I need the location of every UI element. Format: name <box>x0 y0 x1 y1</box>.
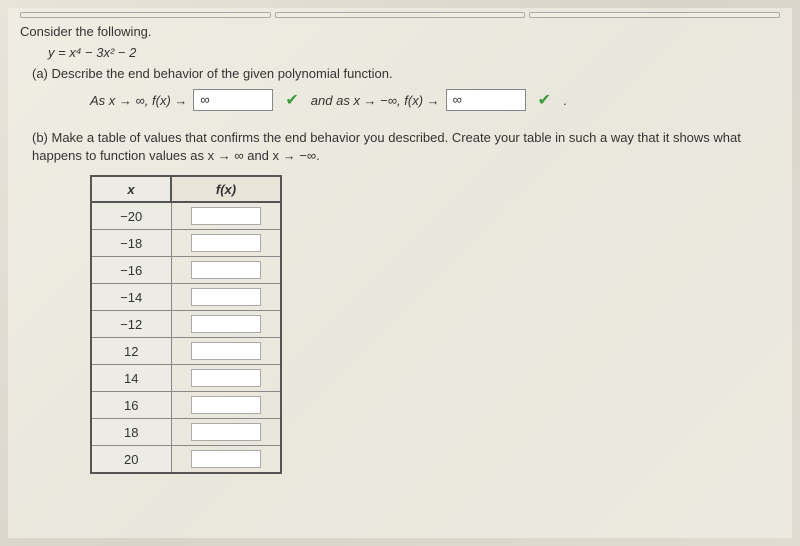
prompt-text: Consider the following. <box>20 24 780 39</box>
fx-cell <box>171 284 281 311</box>
fx-input[interactable] <box>191 423 261 441</box>
fx-input[interactable] <box>191 369 261 387</box>
check-icon-1: ✔ <box>285 90 298 110</box>
top-bar-1 <box>20 12 271 18</box>
fx-input[interactable] <box>191 261 261 279</box>
table-row: 16 <box>91 392 281 419</box>
table-row: 12 <box>91 338 281 365</box>
table-row: −18 <box>91 230 281 257</box>
x-cell: 12 <box>91 338 171 365</box>
answer-box-1[interactable]: ∞ <box>193 89 273 111</box>
x-cell: −18 <box>91 230 171 257</box>
fx-cell <box>171 392 281 419</box>
header-x: x <box>91 176 171 202</box>
x-cell: 14 <box>91 365 171 392</box>
table-row: −20 <box>91 202 281 230</box>
table-row: 20 <box>91 446 281 474</box>
as-text-1: As x → ∞, f(x) → <box>90 93 187 108</box>
fx-input[interactable] <box>191 288 261 306</box>
fx-cell <box>171 338 281 365</box>
check-icon-2: ✔ <box>538 90 551 110</box>
top-bar-3 <box>529 12 780 18</box>
x-cell: 16 <box>91 392 171 419</box>
table-header-row: x f(x) <box>91 176 281 202</box>
header-fx: f(x) <box>171 176 281 202</box>
fx-cell <box>171 446 281 474</box>
table-row: −12 <box>91 311 281 338</box>
fx-input[interactable] <box>191 450 261 468</box>
fx-cell <box>171 365 281 392</box>
fx-input[interactable] <box>191 315 261 333</box>
fx-cell <box>171 419 281 446</box>
top-bars <box>20 12 780 18</box>
table-row: 14 <box>91 365 281 392</box>
x-cell: 18 <box>91 419 171 446</box>
x-cell: −16 <box>91 257 171 284</box>
fx-input[interactable] <box>191 207 261 225</box>
x-cell: −20 <box>91 202 171 230</box>
part-b-text: (b) Make a table of values that confirms… <box>32 129 780 165</box>
fx-input[interactable] <box>191 396 261 414</box>
table-row: −14 <box>91 284 281 311</box>
period: . <box>563 93 567 108</box>
table-row: −16 <box>91 257 281 284</box>
x-cell: −14 <box>91 284 171 311</box>
fx-cell <box>171 230 281 257</box>
fx-input[interactable] <box>191 234 261 252</box>
and-as-text: and as x → −∞, f(x) → <box>311 93 440 108</box>
fx-input[interactable] <box>191 342 261 360</box>
fx-cell <box>171 311 281 338</box>
top-bar-2 <box>275 12 526 18</box>
fx-cell <box>171 257 281 284</box>
answer-box-2[interactable]: ∞ <box>446 89 526 111</box>
x-cell: −12 <box>91 311 171 338</box>
fx-cell <box>171 202 281 230</box>
worksheet-container: Consider the following. y = x⁴ − 3x² − 2… <box>8 8 792 538</box>
x-cell: 20 <box>91 446 171 474</box>
equation-text: y = x⁴ − 3x² − 2 <box>48 45 780 60</box>
part-a-label: (a) Describe the end behavior of the giv… <box>32 66 780 81</box>
values-table: x f(x) −20−18−16−14−121214161820 <box>90 175 282 474</box>
table-row: 18 <box>91 419 281 446</box>
end-behavior-row: As x → ∞, f(x) → ∞ ✔ and as x → −∞, f(x)… <box>90 89 780 111</box>
